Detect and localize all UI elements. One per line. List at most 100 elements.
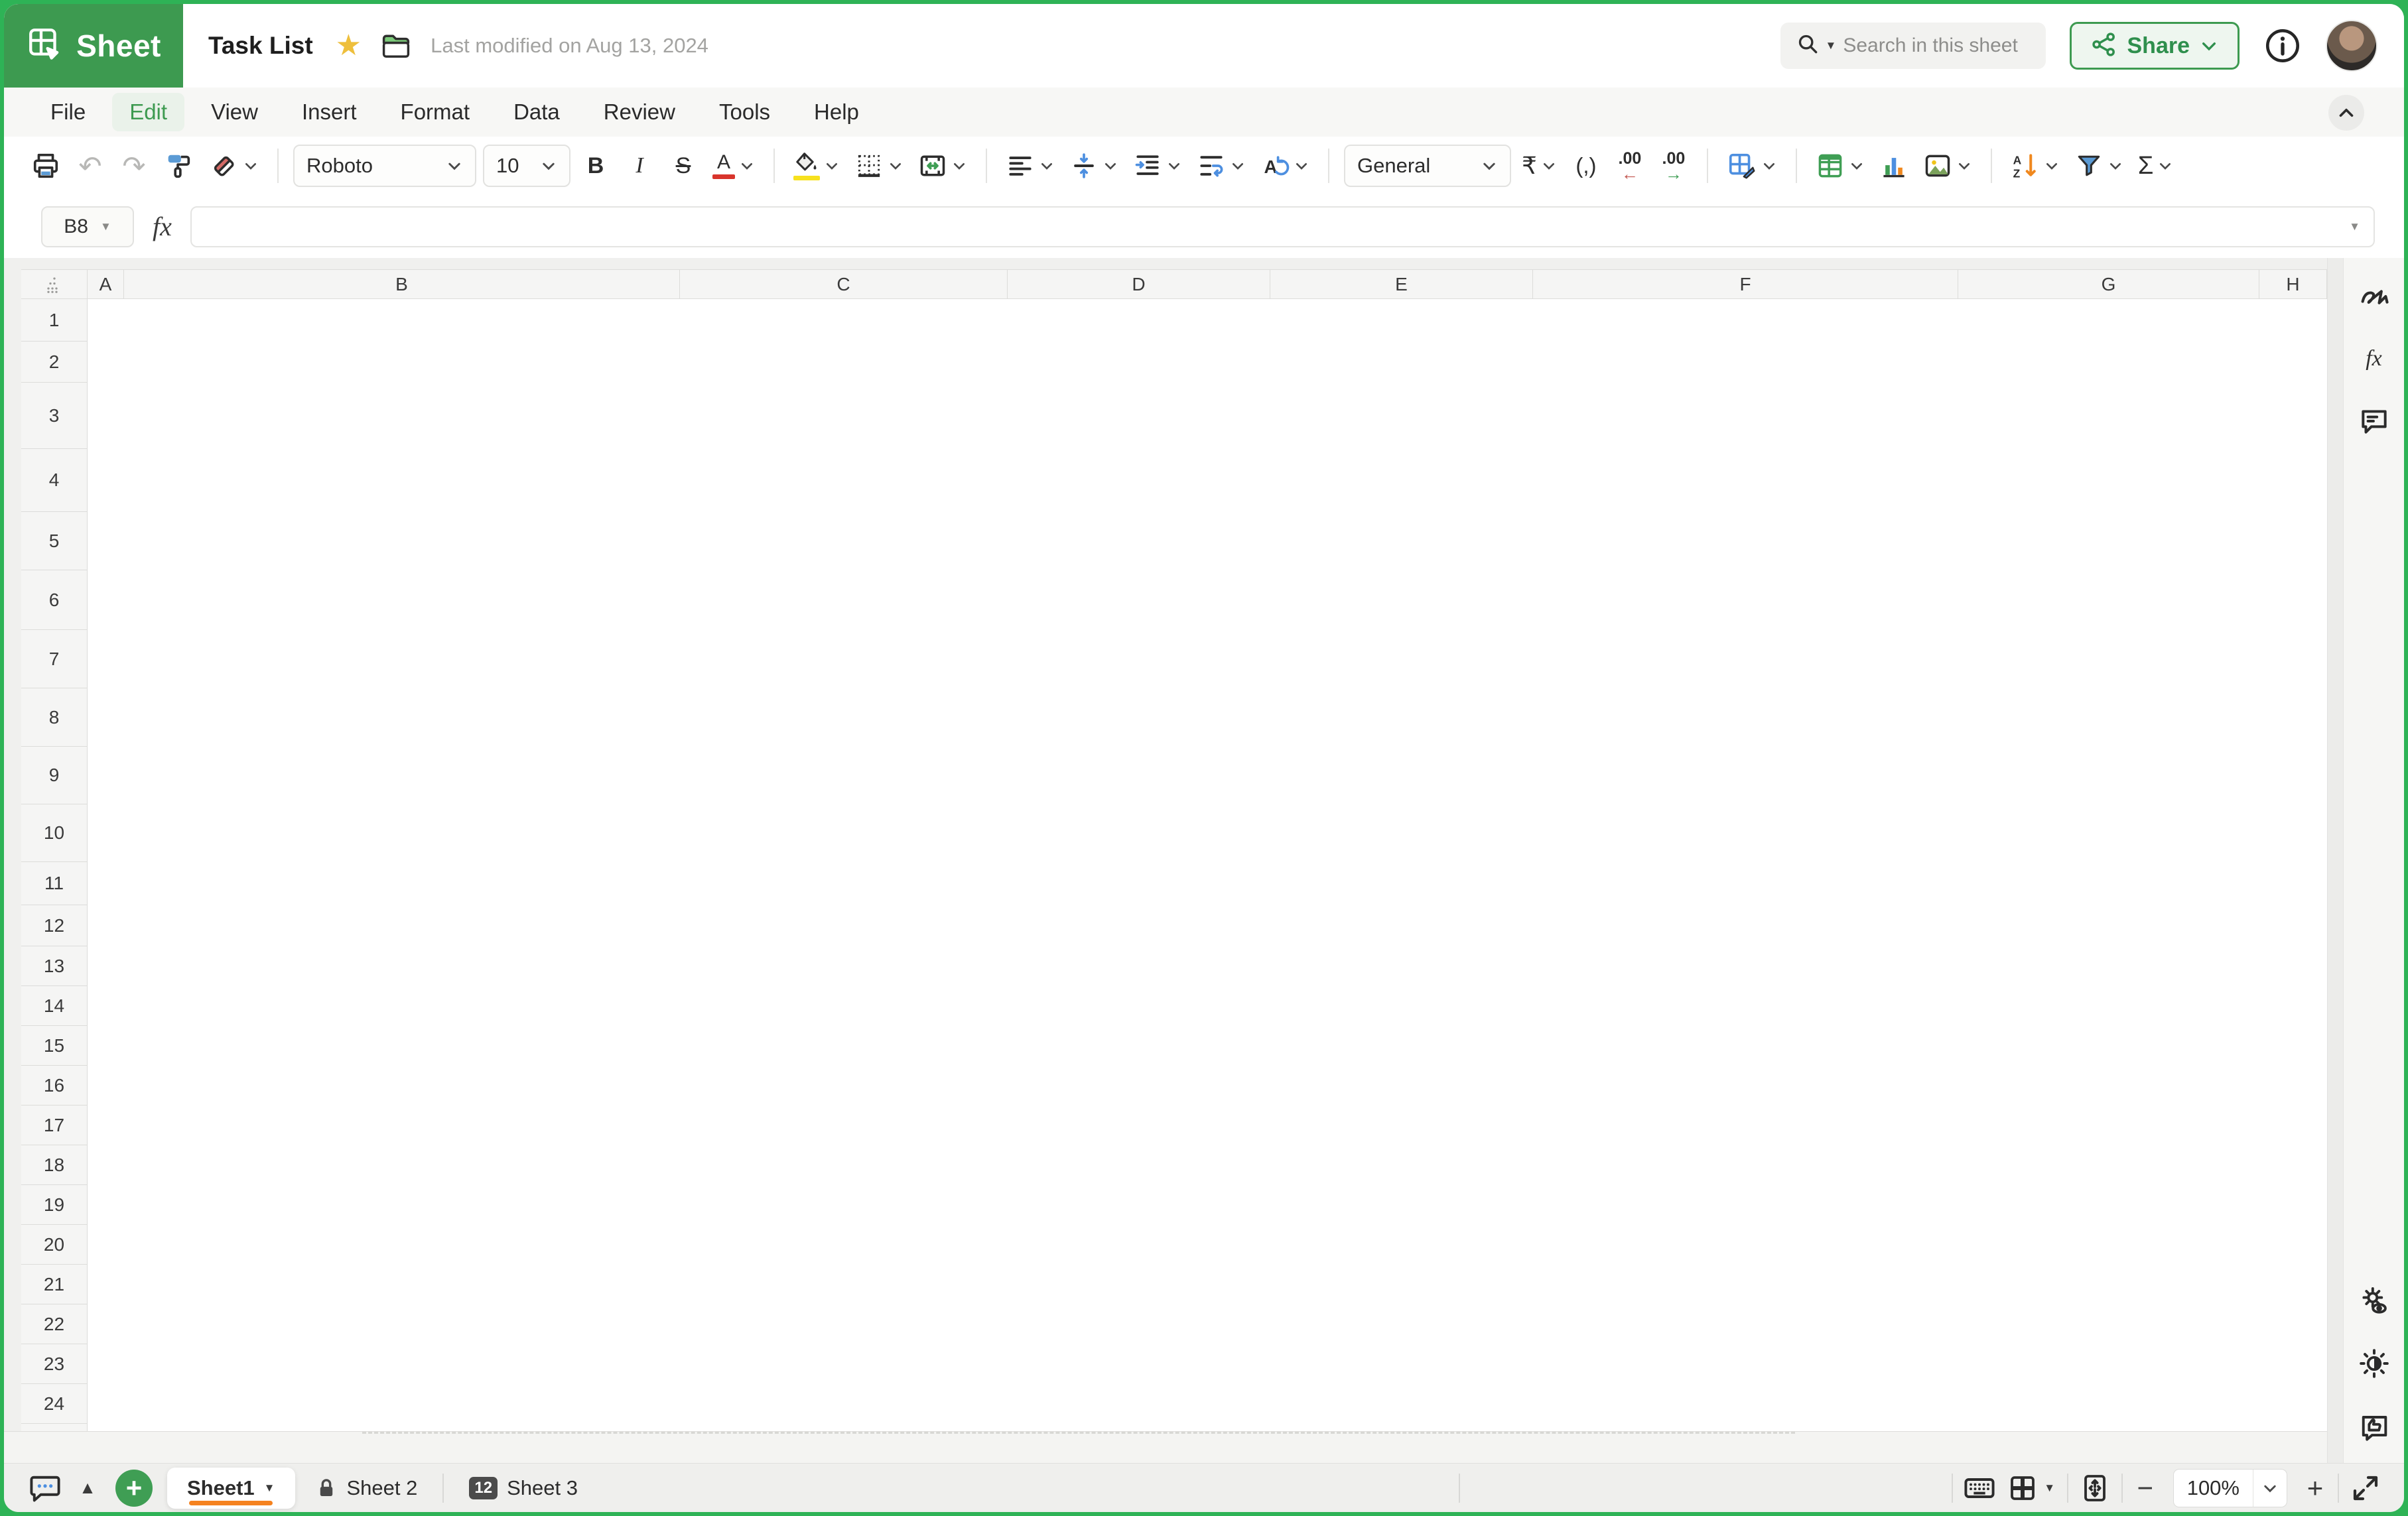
conditional-format-button[interactable]	[1723, 145, 1781, 187]
number-format-select[interactable]: General	[1344, 145, 1511, 187]
column-header-A[interactable]: A	[88, 269, 124, 299]
menu-item-data[interactable]: Data	[496, 93, 577, 131]
column-header-F[interactable]: F	[1533, 269, 1958, 299]
currency-format-button[interactable]: ₹	[1518, 145, 1561, 187]
row-header-10[interactable]: 10	[21, 804, 88, 862]
virtual-keyboard-button[interactable]	[1958, 1468, 2001, 1508]
document-title[interactable]: Task List	[208, 32, 313, 60]
menu-item-edit[interactable]: Edit	[112, 93, 184, 131]
decrease-decimal-button[interactable]: .00 ←	[1611, 145, 1648, 187]
row-header-15[interactable]: 15	[21, 1026, 88, 1066]
fill-color-button[interactable]	[789, 145, 844, 187]
insert-table-button[interactable]	[1812, 145, 1869, 187]
formula-bar-expand-icon[interactable]: ▼	[2349, 220, 2360, 233]
user-avatar[interactable]	[2326, 20, 2377, 72]
insert-image-button[interactable]	[1919, 145, 1976, 187]
menu-item-file[interactable]: File	[33, 93, 103, 131]
row-header-22[interactable]: 22	[21, 1304, 88, 1344]
row-header-11[interactable]: 11	[21, 862, 88, 905]
borders-button[interactable]	[850, 145, 907, 187]
view-settings-button[interactable]	[2353, 1280, 2395, 1322]
filter-button[interactable]	[2070, 145, 2127, 187]
column-header-H[interactable]: H	[2259, 269, 2327, 299]
column-header-B[interactable]: B	[124, 269, 680, 299]
merge-cells-button[interactable]	[914, 145, 971, 187]
share-button[interactable]: Share	[2070, 22, 2240, 70]
formula-text-field[interactable]	[205, 216, 2349, 238]
row-header-5[interactable]: 5	[21, 512, 88, 570]
row-header-12[interactable]: 12	[21, 905, 88, 946]
row-header-6[interactable]: 6	[21, 570, 88, 630]
row-header-25[interactable]: 25	[21, 1424, 88, 1431]
info-button[interactable]	[2263, 27, 2302, 65]
row-header-9[interactable]: 9	[21, 747, 88, 804]
search-scope-dropdown-icon[interactable]: ▼	[1826, 39, 1837, 52]
font-family-select[interactable]: Roboto	[293, 145, 476, 187]
row-header-24[interactable]: 24	[21, 1384, 88, 1424]
indent-button[interactable]	[1129, 145, 1186, 187]
zoom-in-button[interactable]: +	[2298, 1472, 2332, 1504]
column-header-C[interactable]: C	[680, 269, 1008, 299]
undo-button[interactable]: ↶	[72, 145, 109, 187]
sheet-tab-sheet1[interactable]: Sheet1 ▼	[167, 1468, 295, 1509]
add-sheet-button[interactable]: +	[115, 1470, 153, 1507]
cell-name-box[interactable]: B8 ▼	[41, 206, 134, 247]
fullscreen-button[interactable]	[2344, 1468, 2387, 1508]
vertical-scrollbar[interactable]	[2327, 258, 2343, 1463]
feedback-button[interactable]	[2353, 1405, 2395, 1447]
insert-chart-button[interactable]	[1875, 145, 1912, 187]
favorite-star-icon[interactable]: ★	[336, 31, 362, 60]
row-header-20[interactable]: 20	[21, 1225, 88, 1265]
row-header-23[interactable]: 23	[21, 1344, 88, 1384]
zoom-dropdown[interactable]	[2253, 1470, 2287, 1507]
row-header-14[interactable]: 14	[21, 986, 88, 1026]
sheet-tab-dropdown-icon[interactable]: ▼	[264, 1482, 275, 1495]
chat-comments-button[interactable]	[24, 1468, 66, 1508]
column-header-D[interactable]: D	[1008, 269, 1270, 299]
collapse-toolbar-button[interactable]	[2328, 95, 2364, 131]
menu-item-help[interactable]: Help	[797, 93, 876, 131]
freeze-dropdown-icon[interactable]: ▼	[2044, 1482, 2055, 1495]
zoom-level-select[interactable]: 100%	[2173, 1469, 2287, 1507]
horizontal-align-button[interactable]	[1002, 145, 1059, 187]
row-header-21[interactable]: 21	[21, 1265, 88, 1304]
bold-button[interactable]: B	[577, 145, 614, 187]
row-header-4[interactable]: 4	[21, 449, 88, 512]
row-header-13[interactable]: 13	[21, 946, 88, 986]
vertical-align-button[interactable]	[1065, 145, 1122, 187]
redo-button[interactable]: ↷	[115, 145, 153, 187]
comma-style-button[interactable]: (,)	[1568, 145, 1605, 187]
menu-item-format[interactable]: Format	[383, 93, 488, 131]
menu-item-view[interactable]: View	[194, 93, 275, 131]
formula-input[interactable]: ▼	[190, 206, 2375, 247]
row-header-19[interactable]: 19	[21, 1185, 88, 1225]
spreadsheet-canvas[interactable]	[88, 299, 2327, 1431]
italic-button[interactable]: I	[621, 145, 658, 187]
sheet-tab-sheet2[interactable]: Sheet 2	[295, 1468, 438, 1509]
clear-format-button[interactable]	[204, 145, 263, 187]
row-header-16[interactable]: 16	[21, 1066, 88, 1105]
increase-decimal-button[interactable]: .00 →	[1655, 145, 1692, 187]
strikethrough-button[interactable]: S	[665, 145, 702, 187]
menu-item-tools[interactable]: Tools	[702, 93, 787, 131]
row-header-7[interactable]: 7	[21, 630, 88, 688]
freeze-panes-button[interactable]: ▼	[2001, 1468, 2062, 1508]
search-input[interactable]	[1843, 34, 2029, 57]
functions-panel-button[interactable]: fx	[2353, 338, 2395, 380]
font-size-select[interactable]: 10	[483, 145, 570, 187]
column-header-G[interactable]: G	[1958, 269, 2259, 299]
row-header-18[interactable]: 18	[21, 1145, 88, 1185]
menu-item-insert[interactable]: Insert	[285, 93, 374, 131]
sum-functions-button[interactable]: Σ	[2134, 145, 2178, 187]
wrap-text-button[interactable]	[1193, 145, 1250, 187]
zoom-out-button[interactable]: −	[2128, 1472, 2163, 1504]
row-header-3[interactable]: 3	[21, 383, 88, 449]
theme-brightness-button[interactable]	[2353, 1342, 2395, 1385]
folder-icon[interactable]	[379, 29, 413, 63]
print-button[interactable]	[27, 145, 65, 187]
fit-to-screen-button[interactable]	[2074, 1468, 2116, 1508]
format-painter-button[interactable]	[159, 145, 198, 187]
row-header-8[interactable]: 8	[21, 688, 88, 747]
zia-assistant-button[interactable]	[2353, 275, 2395, 318]
text-rotate-button[interactable]: A	[1256, 145, 1313, 187]
